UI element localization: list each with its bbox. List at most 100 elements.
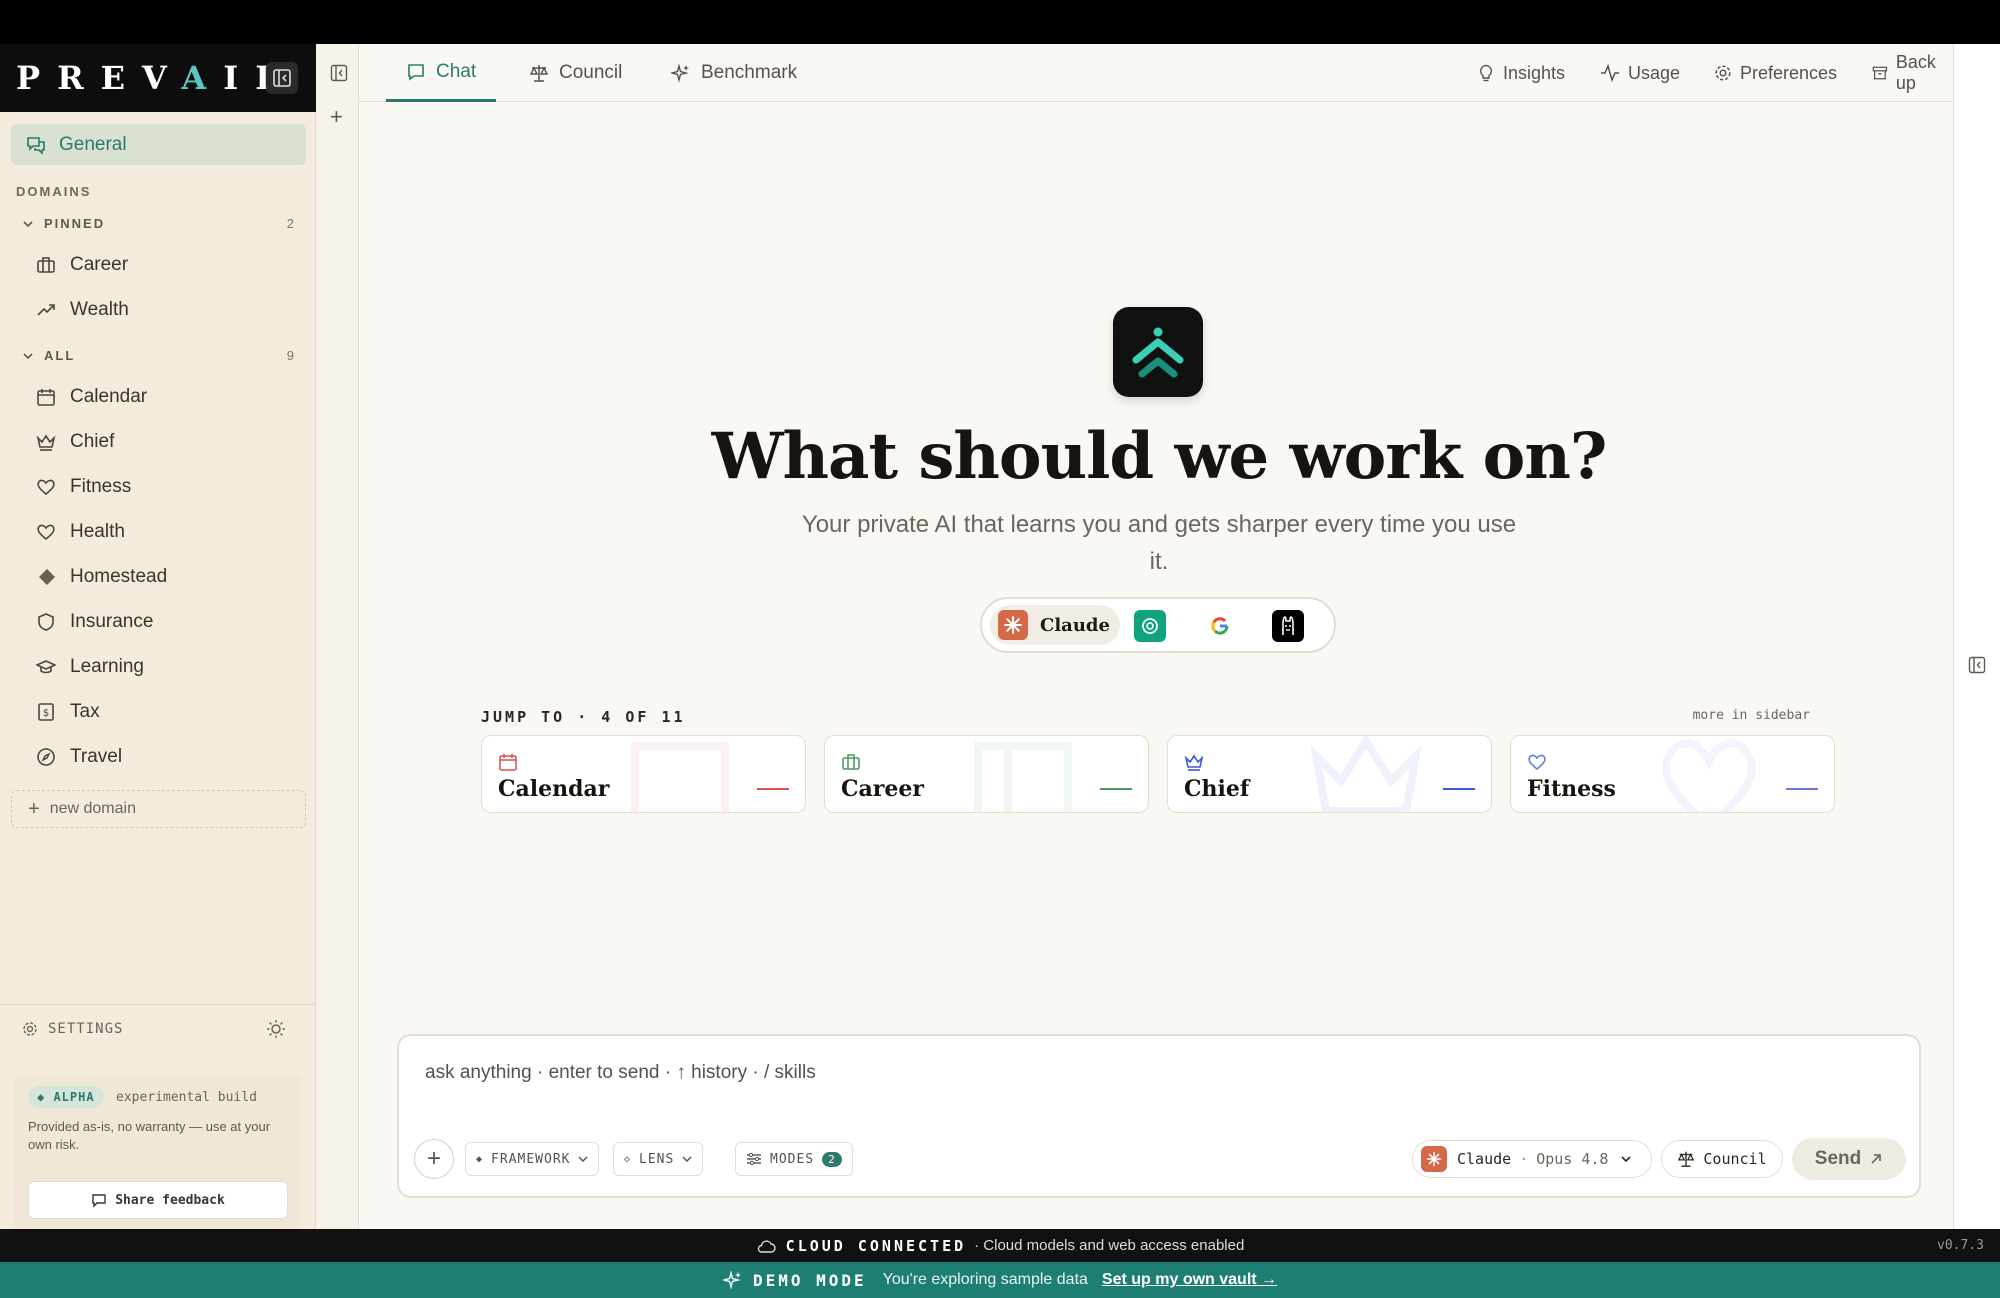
heart-icon [1528, 754, 1546, 771]
chevron-down-icon [682, 1156, 692, 1162]
tab-bar: Chat Council Benchmark Insights Usage Pr… [359, 44, 1953, 102]
sidebar-collapse-button[interactable] [266, 62, 298, 94]
model-option-local-llama[interactable] [1272, 610, 1304, 642]
sidebar-collapse-icon [273, 69, 291, 87]
framework-dropdown[interactable]: ◆ FRAMEWORK [465, 1142, 600, 1176]
alpha-description: Provided as-is, no warranty — use at you… [28, 1119, 271, 1152]
attach-plus-button[interactable]: + [414, 1139, 454, 1179]
sidebar-item-calendar[interactable]: Calendar [36, 382, 147, 412]
demo-mode-bar: DEMO MODE You're exploring sample data S… [0, 1262, 2000, 1298]
alpha-notice-card: ◆ ALPHA experimental build Provided as-i… [14, 1074, 301, 1234]
model-option-openai[interactable] [1134, 610, 1166, 642]
theme-toggle-sun-icon[interactable] [266, 1019, 286, 1039]
sidebar-item-fitness[interactable]: Fitness [36, 472, 131, 502]
jump-card-fitness[interactable]: Fitness [1510, 735, 1835, 813]
pinned-group-header[interactable]: PINNED 2 [22, 216, 294, 231]
preferences-button[interactable]: Preferences [1714, 44, 1837, 102]
scales-icon [1678, 1151, 1695, 1167]
all-count: 9 [286, 348, 294, 363]
new-domain-button[interactable]: + new domain [11, 790, 306, 828]
send-button[interactable]: Send [1792, 1138, 1906, 1180]
sidebar-item-career[interactable]: Career [36, 250, 128, 280]
receipt-dollar-icon: $ [38, 703, 54, 721]
right-panel-toggle-icon[interactable] [1968, 656, 1986, 674]
message-input[interactable]: ask anything · enter to send · ↑ history… [425, 1062, 816, 1084]
trending-up-icon [37, 304, 55, 316]
more-in-sidebar-label: more in sidebar [1692, 708, 1810, 723]
card-accent-line [1100, 788, 1132, 790]
scales-icon [529, 65, 549, 82]
chevron-down-icon [23, 352, 33, 359]
lens-dropdown[interactable]: ◇ LENS [613, 1142, 704, 1176]
window-top-bar [0, 0, 2000, 44]
compass-icon [37, 748, 55, 766]
plus-icon: + [426, 1145, 441, 1172]
lightbulb-icon [1479, 64, 1493, 82]
sidebar-item-health[interactable]: Health [36, 517, 125, 547]
tab-chat[interactable]: Chat [386, 44, 497, 102]
pinned-label: PINNED [44, 216, 106, 231]
all-group-header[interactable]: ALL 9 [22, 348, 294, 363]
claude-logo-icon [998, 610, 1028, 640]
heart-icon [37, 524, 55, 541]
share-feedback-button[interactable]: Share feedback [28, 1181, 288, 1219]
gear-icon [1715, 65, 1731, 81]
jump-card-career[interactable]: Career [824, 735, 1149, 813]
sidebar-item-travel[interactable]: Travel [36, 742, 122, 772]
model-option-google[interactable] [1204, 610, 1236, 642]
settings-row[interactable]: SETTINGS [0, 1004, 316, 1052]
diamond-outline-icon: ◇ [624, 1153, 632, 1165]
briefcase-icon [37, 257, 55, 273]
jump-to-label: JUMP TO · 4 OF 11 [481, 708, 686, 726]
usage-button[interactable]: Usage [1600, 44, 1680, 102]
sidebar: PREVAIL General DOMAINS PINNED 2 Career … [0, 44, 316, 1234]
insights-button[interactable]: Insights [1477, 44, 1565, 102]
cloud-icon [757, 1239, 776, 1253]
gear-icon [23, 1021, 37, 1036]
message-icon [92, 1194, 106, 1208]
sidebar-item-tax[interactable]: $ Tax [36, 697, 100, 727]
cloud-status-desc: · Cloud models and web access enabled [974, 1237, 1245, 1254]
council-toggle-button[interactable]: Council [1661, 1140, 1783, 1178]
sidebar-item-wealth[interactable]: Wealth [36, 295, 129, 325]
crown-icon [36, 434, 56, 451]
sidebar-item-general[interactable]: General [11, 124, 306, 165]
cloud-status-bar: CLOUD CONNECTED · Cloud models and web a… [0, 1229, 2000, 1262]
briefcase-watermark-icon [974, 742, 1072, 812]
setup-vault-link[interactable]: Set up my own vault → [1102, 1271, 1277, 1289]
chevron-down-icon [578, 1156, 588, 1162]
graduation-cap-icon [36, 660, 56, 674]
google-logo-icon [1211, 617, 1229, 635]
chat-bubbles-icon [27, 136, 45, 155]
tab-council[interactable]: Council [529, 44, 622, 102]
chevron-down-icon [23, 220, 33, 227]
version-label: v0.7.3 [1937, 1238, 1984, 1253]
chat-icon [408, 63, 424, 81]
shield-icon [38, 613, 54, 631]
jump-card-calendar[interactable]: Calendar [481, 735, 806, 813]
sidebar-item-learning[interactable]: Learning [36, 652, 144, 682]
new-chat-plus-icon[interactable]: + [330, 104, 343, 130]
tab-benchmark[interactable]: Benchmark [671, 44, 797, 102]
calendar-icon [37, 389, 55, 406]
plus-icon: + [28, 797, 40, 820]
model-select-dropdown[interactable]: Claude · Opus 4.8 [1412, 1140, 1652, 1178]
model-option-claude[interactable]: Claude [990, 605, 1120, 645]
arrow-up-right-icon [1871, 1154, 1882, 1164]
panel-toggle-icon[interactable] [330, 64, 348, 82]
model-switcher: Claude [980, 597, 1336, 653]
jump-card-chief[interactable]: Chief [1167, 735, 1492, 813]
back-up-button[interactable]: Back up [1872, 44, 1953, 102]
sidebar-item-homestead[interactable]: Homestead [38, 562, 167, 592]
card-accent-line [1786, 788, 1818, 790]
cloud-status-title: CLOUD CONNECTED [785, 1236, 967, 1255]
modes-button[interactable]: MODES 2 [735, 1142, 853, 1176]
sidebar-item-insurance[interactable]: Insurance [36, 607, 153, 637]
conversation-rail: + [316, 44, 359, 1229]
sidebar-item-chief[interactable]: Chief [36, 427, 114, 457]
hero-subtitle: Your private AI that learns you and gets… [801, 511, 1517, 575]
crown-icon [1184, 754, 1204, 771]
domains-section-label: DOMAINS [16, 184, 92, 199]
openai-logo-icon [1142, 618, 1158, 634]
app-logo [1113, 307, 1203, 397]
